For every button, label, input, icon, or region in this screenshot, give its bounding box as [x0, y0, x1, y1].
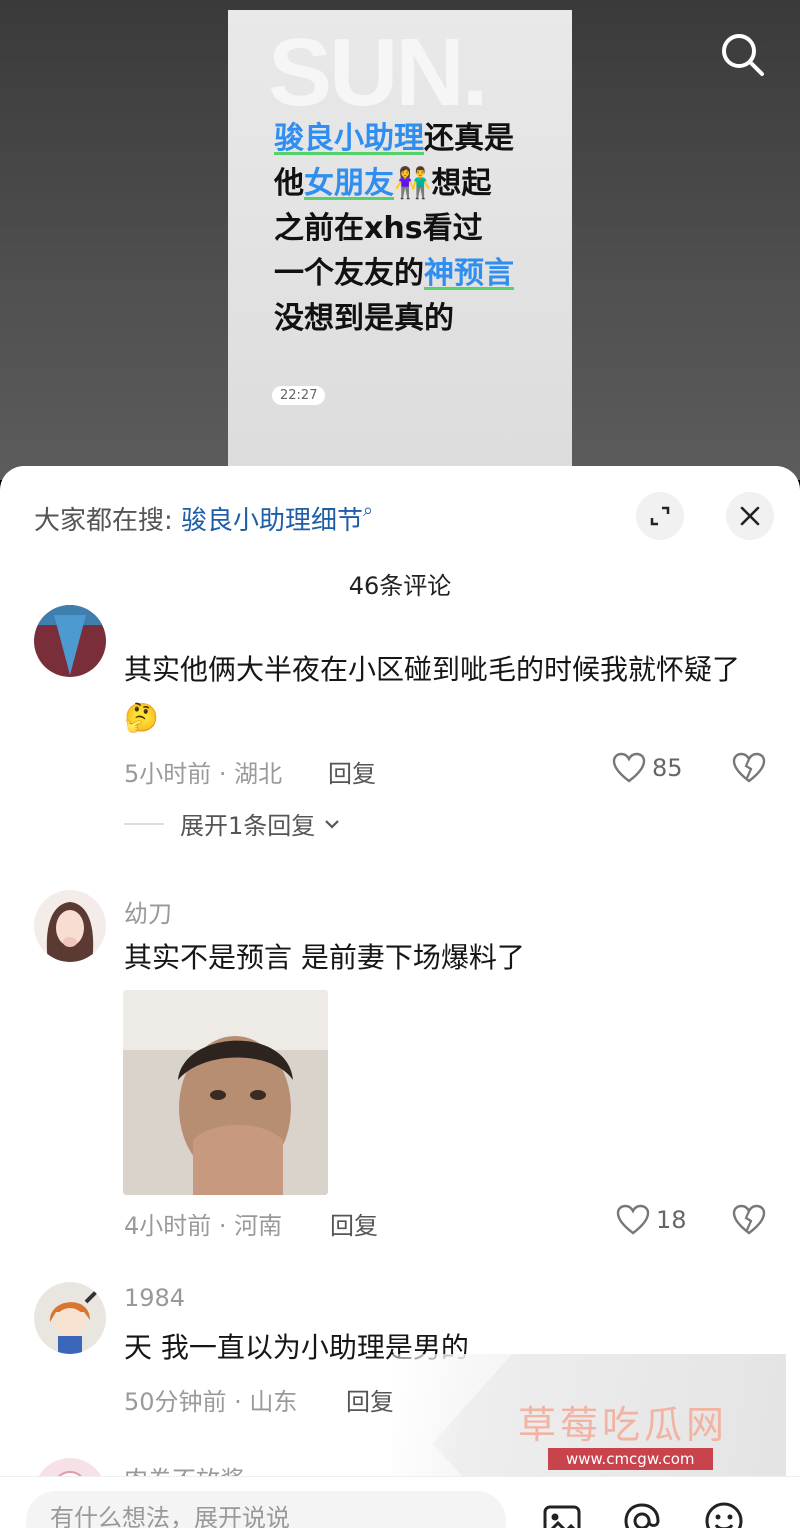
overlay-line: 骏良小助理还真是: [274, 116, 514, 161]
like-button[interactable]: 18: [616, 1204, 687, 1236]
heart-icon: [612, 752, 646, 783]
video-frame: SUN. 骏良小助理还真是 他女朋友👫想起 之前在xhs看过 一个友友的神预言 没想到是…: [228, 10, 572, 480]
watermark-title: 草莓吃瓜网: [518, 1403, 729, 1447]
reply-button[interactable]: 回复: [346, 1382, 394, 1417]
comment-text: 其实不是预言 是前妻下场爆料了: [124, 941, 525, 974]
comment-input[interactable]: 有什么想法，展开说说: [26, 1491, 506, 1528]
avatar[interactable]: [34, 1282, 106, 1354]
like-count: 85: [652, 754, 683, 782]
comment-username[interactable]: 幼刀: [124, 894, 172, 929]
broken-heart-icon: [732, 1204, 766, 1235]
comment-image[interactable]: [123, 990, 328, 1195]
broken-heart-icon: [732, 752, 766, 783]
expand-replies-button[interactable]: 展开1条回复: [124, 806, 343, 841]
video-player[interactable]: SUN. 骏良小助理还真是 他女朋友👫想起 之前在xhs看过 一个友友的神预言 没想到是…: [0, 0, 800, 480]
close-sheet-button[interactable]: [726, 492, 774, 540]
chevron-down-icon: [325, 819, 340, 829]
divider-line: [124, 822, 164, 825]
emoji-icon: [705, 1502, 743, 1528]
search-button[interactable]: [712, 24, 772, 84]
dislike-button[interactable]: [732, 752, 766, 788]
overlay-line: 他女朋友👫想起: [274, 161, 514, 206]
comment-count: 46条评论: [348, 572, 452, 600]
reply-button[interactable]: 回复: [330, 1206, 378, 1241]
comment-username[interactable]: 1984: [124, 1284, 185, 1312]
dislike-button[interactable]: [732, 1204, 766, 1240]
overlay-highlight: 神预言: [424, 256, 514, 291]
overlay-segment: 一个友友的: [274, 256, 424, 291]
image-icon: [543, 1505, 581, 1528]
comment-meta: 5小时前 · 湖北: [124, 760, 283, 788]
comment-input-bar: 有什么想法，展开说说: [0, 1476, 800, 1528]
avatar[interactable]: [34, 605, 106, 677]
expand-icon: [650, 506, 670, 526]
overlay-line: 一个友友的神预言: [274, 251, 514, 296]
comment-text: 其实他俩大半夜在小区碰到呲毛的时候我就怀疑了🤔: [124, 653, 741, 734]
comment-meta: 50分钟前 · 山东: [124, 1388, 298, 1416]
overlay-line: 之前在xhs看过: [274, 206, 514, 251]
everyone-search-term[interactable]: 骏良小助理细节: [181, 506, 363, 536]
heart-icon: [616, 1204, 650, 1235]
overlay-highlight: 女朋友: [304, 166, 394, 201]
like-count: 18: [656, 1206, 687, 1234]
comment-meta: 4小时前 · 河南: [124, 1212, 283, 1240]
video-overlay-text: 骏良小助理还真是 他女朋友👫想起 之前在xhs看过 一个友友的神预言 没想到是真的: [274, 116, 514, 341]
like-button[interactable]: 85: [612, 752, 683, 784]
expand-replies-label: 展开1条回复: [180, 812, 316, 840]
reply-button[interactable]: 回复: [328, 754, 376, 789]
video-brand-text: SUN.: [268, 19, 488, 126]
overlay-segment: 还真是: [424, 121, 514, 156]
overlay-line: 没想到是真的: [274, 296, 514, 341]
everyone-search-prefix: 大家都在搜:: [34, 506, 182, 536]
comment-sheet: 大家都在搜: 骏良小助理细节⌕ 46条评论 其实他俩大半夜在小区碰到呲毛的时候我…: [0, 466, 800, 1528]
overlay-segment: 之前在xhs看过: [274, 211, 483, 246]
image-picker-button[interactable]: [540, 1499, 584, 1528]
at-sign-icon: [624, 1503, 660, 1528]
search-small-icon: ⌕: [363, 500, 374, 521]
overlay-segment: 👫想起: [394, 166, 492, 201]
avatar[interactable]: [34, 890, 106, 962]
overlay-segment: 他: [274, 166, 304, 201]
everyone-search-suggestion[interactable]: 大家都在搜: 骏良小助理细节⌕: [34, 500, 373, 537]
watermark-url: www.cmcgw.com: [548, 1448, 713, 1470]
search-icon: [722, 34, 764, 76]
close-icon: [740, 506, 760, 526]
expand-sheet-button[interactable]: [636, 492, 684, 540]
overlay-highlight: 骏良小助理: [274, 121, 424, 156]
video-timestamp: 22:27: [272, 386, 326, 405]
mention-button[interactable]: [620, 1499, 664, 1528]
emoji-button[interactable]: [702, 1499, 746, 1528]
overlay-segment: 没想到是真的: [274, 301, 454, 336]
